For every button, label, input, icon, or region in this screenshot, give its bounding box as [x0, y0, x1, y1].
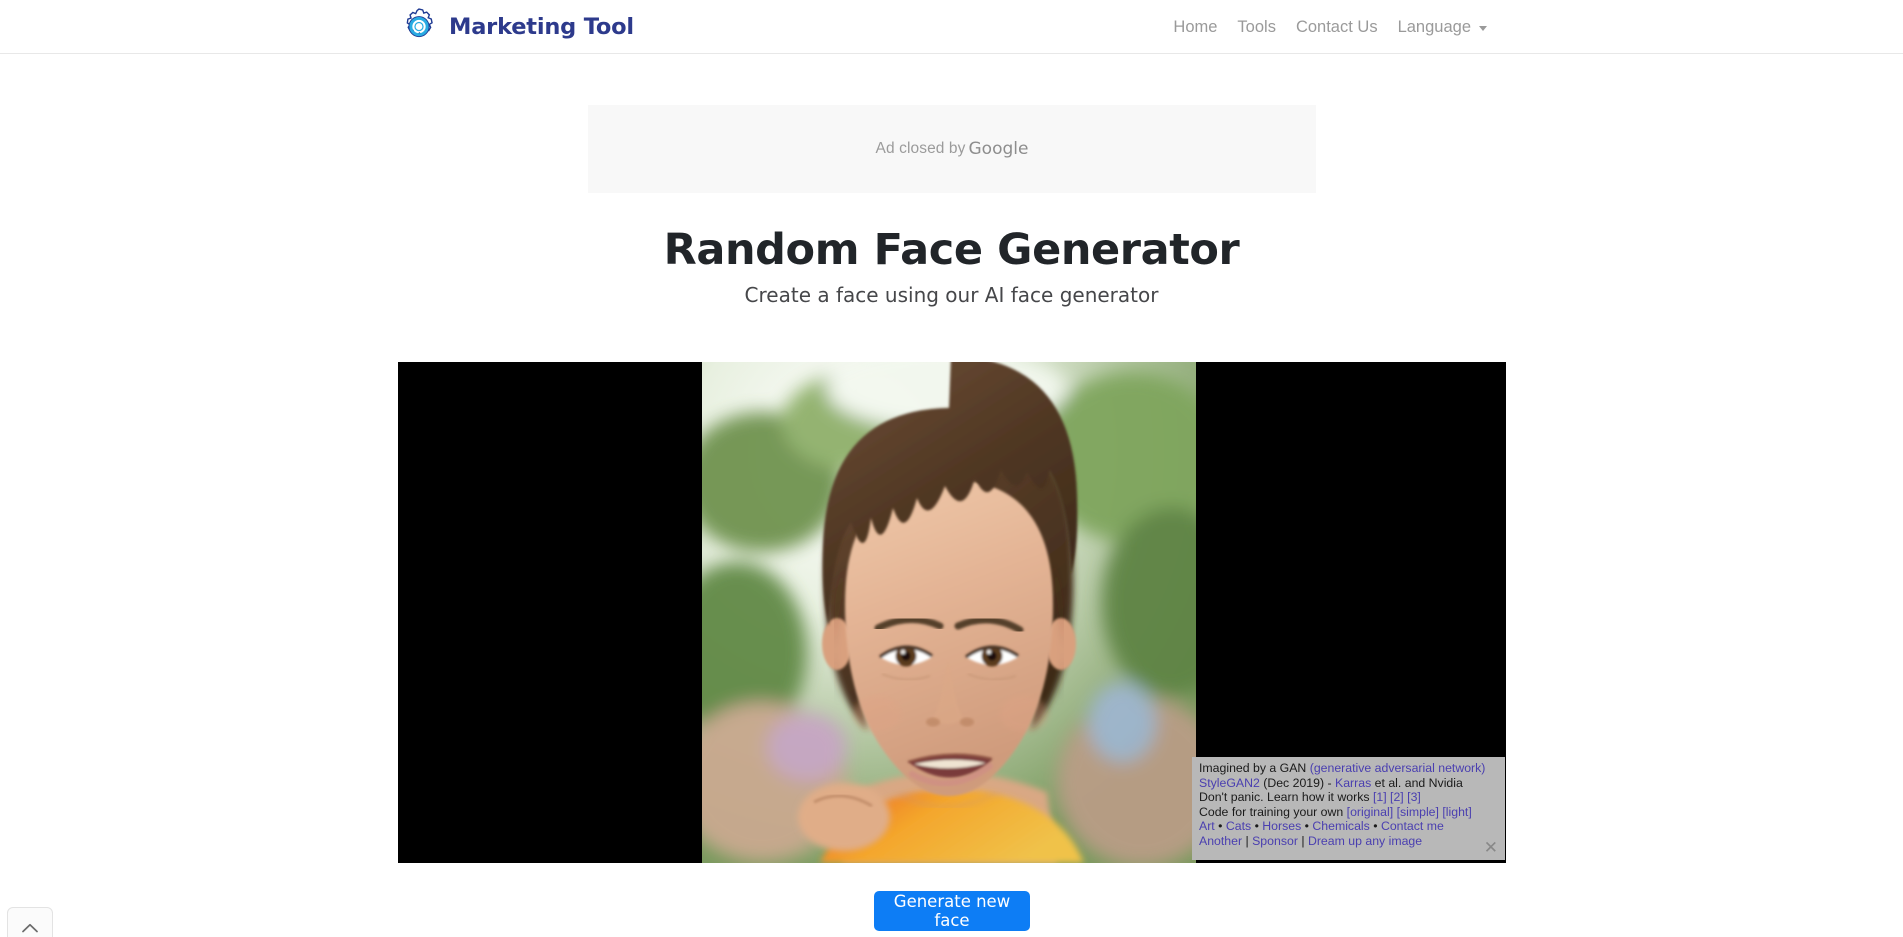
gan-line: Imagined by a GAN (generative adversaria… [1199, 761, 1499, 776]
gan-link[interactable]: Chemicals [1312, 819, 1369, 833]
page-title: Random Face Generator [663, 225, 1240, 275]
gan-text: • [1251, 819, 1263, 834]
page-subtitle: Create a face using our AI face generato… [744, 283, 1159, 307]
generate-new-face-button[interactable]: Generate new face [874, 891, 1030, 931]
gan-link[interactable]: [2] [1390, 790, 1404, 804]
gan-link[interactable]: Sponsor [1252, 834, 1298, 848]
brand-name: Marketing Tool [449, 14, 634, 40]
gan-line: Don't panic. Learn how it works [1] [2] … [1199, 790, 1499, 805]
nav-item-contact-us[interactable]: Contact Us [1286, 18, 1388, 37]
gan-line: Art • Cats • Horses • Chemicals • Contac… [1199, 819, 1499, 834]
gan-link[interactable]: Contact me [1381, 819, 1444, 833]
gan-text: Don't panic. [1199, 790, 1267, 805]
gan-link[interactable]: Art [1199, 819, 1215, 833]
face-image-stage: Imagined by a GAN (generative adversaria… [398, 362, 1506, 863]
nav-item-home[interactable]: Home [1163, 18, 1227, 37]
brand-logo-link[interactable]: Marketing Tool [398, 0, 634, 54]
gan-link[interactable]: [3] [1407, 790, 1421, 804]
gan-text: (Dec 2019) - [1259, 775, 1336, 790]
gan-link[interactable]: [1] [1373, 790, 1387, 804]
gan-link[interactable]: [original] [1347, 805, 1393, 819]
gan-link[interactable]: Cats [1226, 819, 1251, 833]
gan-text: | [1297, 833, 1308, 848]
gan-attribution-overlay: Imagined by a GAN (generative adversaria… [1192, 757, 1505, 860]
gan-text: • [1214, 819, 1226, 834]
gan-text: Code for training your own [1199, 804, 1347, 819]
gan-line: Another | Sponsor | Dream up any image [1199, 834, 1499, 849]
ad-provider-google: Google [968, 139, 1029, 159]
nav-item-tools[interactable]: Tools [1227, 18, 1286, 37]
gan-link[interactable]: Dream up any image [1308, 834, 1422, 848]
site-header: Marketing Tool Home Tools Contact Us Lan… [0, 0, 1903, 54]
gan-text: | [1242, 833, 1253, 848]
generated-face-image [702, 362, 1196, 863]
gan-link[interactable]: Karras [1335, 776, 1371, 790]
gan-text: Imagined by a GAN [1199, 761, 1310, 775]
gan-line: StyleGAN2 (Dec 2019) - Karras et al. and… [1199, 776, 1499, 791]
ad-banner[interactable]: Ad closed by Google [588, 105, 1316, 193]
ad-closed-text: Ad closed by [875, 140, 966, 157]
gear-logo-icon [398, 6, 440, 48]
gan-text: • [1369, 819, 1381, 834]
main-navigation: Home Tools Contact Us Language [1163, 0, 1497, 54]
nav-item-language[interactable]: Language [1388, 18, 1497, 37]
gan-link[interactable]: [simple] [1397, 805, 1439, 819]
gan-link[interactable]: StyleGAN2 [1199, 776, 1260, 790]
chevron-down-icon [1479, 25, 1487, 31]
close-icon[interactable]: ✕ [1484, 839, 1498, 856]
gan-text: • [1301, 819, 1313, 834]
gan-link[interactable]: Another [1199, 834, 1242, 848]
scroll-to-top-button[interactable] [7, 907, 53, 937]
gan-link[interactable]: [light] [1442, 805, 1471, 819]
gan-link[interactable]: Horses [1262, 819, 1301, 833]
gan-line: Code for training your own [original] [s… [1199, 805, 1499, 820]
chevron-up-icon [22, 923, 38, 933]
gan-link[interactable]: (generative adversarial network) [1310, 761, 1486, 775]
gan-text: et al. and Nvidia [1371, 775, 1463, 790]
nav-item-language-label: Language [1397, 17, 1471, 36]
gan-text: Learn how it works [1266, 790, 1370, 805]
